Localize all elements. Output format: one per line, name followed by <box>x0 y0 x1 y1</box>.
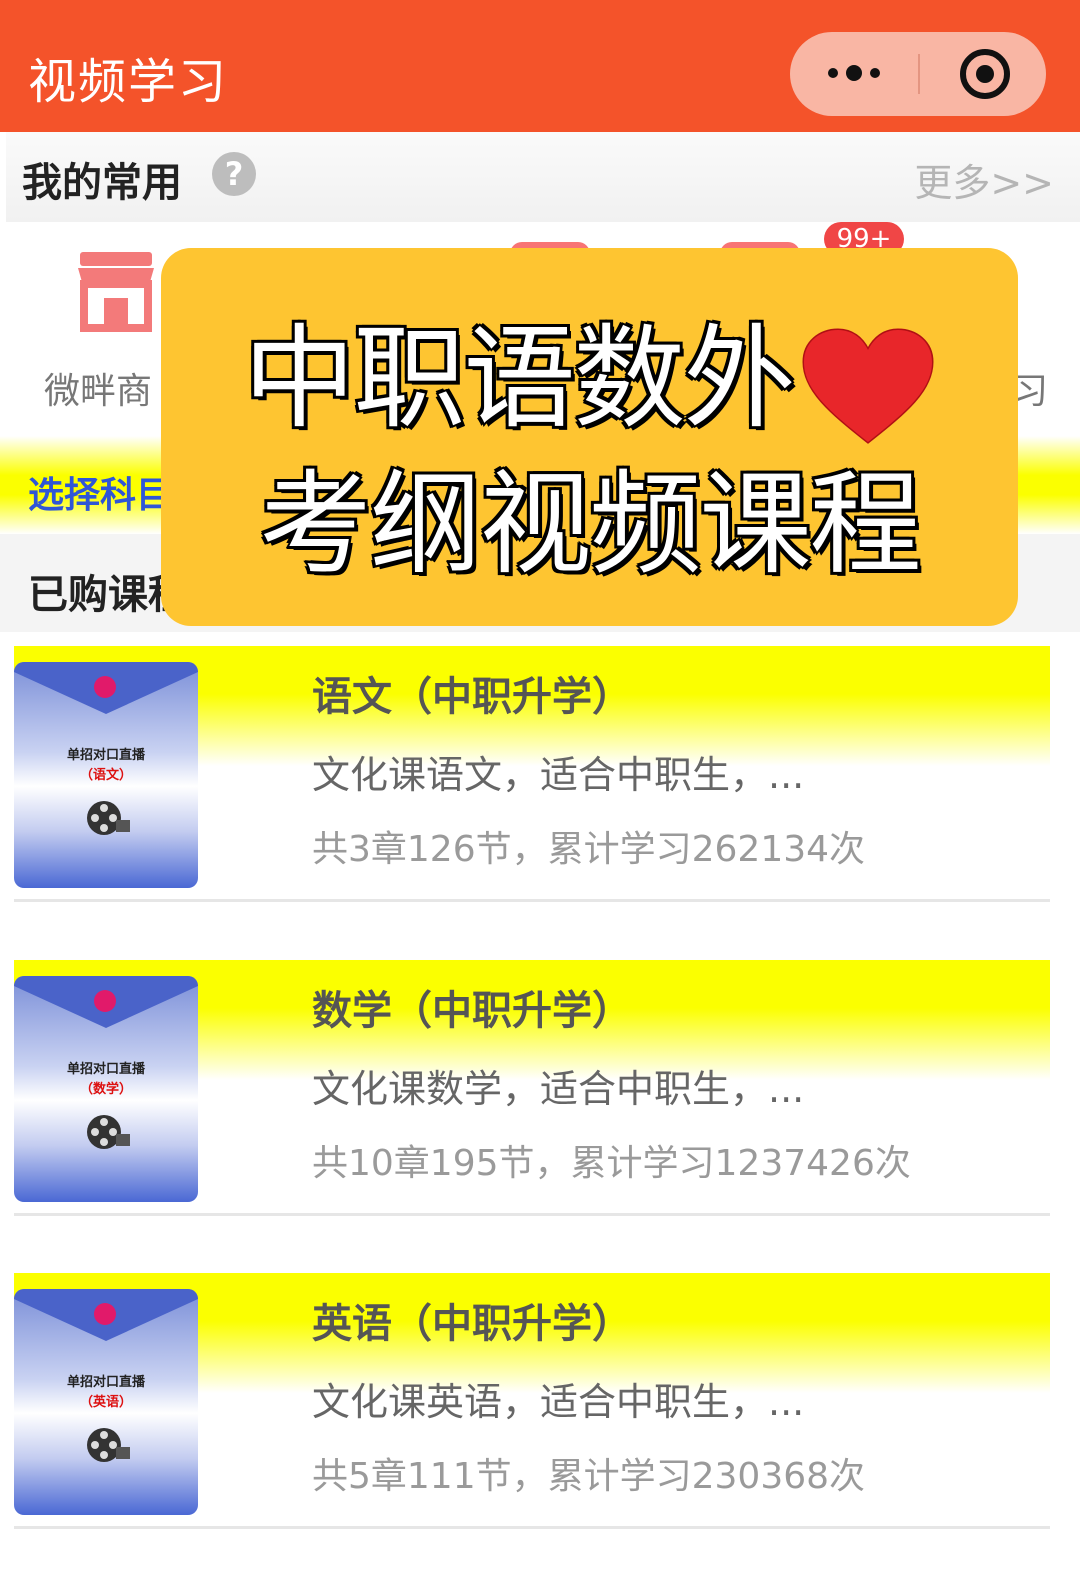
more-dots-icon <box>828 68 838 78</box>
help-icon[interactable]: ? <box>212 152 256 196</box>
course-name[interactable]: 语文（中职升学） <box>312 664 632 722</box>
course-stats: 共3章126节，累计学习262134次 <box>312 829 866 870</box>
course-name[interactable]: 数学（中职升学） <box>312 978 632 1036</box>
thumbnail-subject: （数学） <box>79 1082 132 1097</box>
film-reel-icon <box>87 801 130 835</box>
course-stats: 共5章111节，累计学习230368次 <box>312 1456 866 1497</box>
course-name[interactable]: 英语（中职升学） <box>312 1291 632 1349</box>
brand-logo-icon <box>94 676 116 698</box>
thumbnail-title: 单招对口直播 <box>66 748 145 763</box>
common-label: 我的常用 <box>22 160 182 206</box>
promo-banner: 中职语数外 考纲视频课程 <box>161 248 1018 626</box>
more-dots-icon <box>846 65 862 81</box>
select-subject-label[interactable]: 选择科目 <box>28 466 172 518</box>
divider <box>14 1213 1050 1216</box>
film-reel-icon <box>87 1428 130 1462</box>
page: 视频学习 我的常用 ? 更多>> 微畔商 99+ 习 选择科目 已购课程 中职语… <box>0 0 1080 1581</box>
thumbnail-title: 单招对口直播 <box>66 1375 145 1390</box>
more-dots-icon <box>870 68 880 78</box>
header: 视频学习 <box>0 0 1080 132</box>
close-circle-icon[interactable] <box>960 49 1010 99</box>
course-desc: 文化课英语，适合中职生，... <box>312 1380 805 1424</box>
more-link[interactable]: 更多>> <box>914 152 1054 207</box>
heart-icon <box>801 328 934 445</box>
promo-line-1: 中职语数外 <box>161 288 1018 450</box>
brand-logo-icon <box>94 1303 116 1325</box>
course-item[interactable]: 单招对口直播 （语文） 语文（中职升学） 文化课语文，适合中职生，... 共3章… <box>14 646 1050 902</box>
page-title: 视频学习 <box>28 54 229 110</box>
thumbnail-title: 单招对口直播 <box>66 1062 145 1077</box>
miniprogram-capsule <box>790 32 1046 116</box>
course-thumbnail[interactable]: 单招对口直播 （数学） <box>14 976 198 1202</box>
thumbnail-subject: （语文） <box>79 768 132 783</box>
capsule-divider <box>918 54 920 94</box>
course-desc: 文化课数学，适合中职生，... <box>312 1067 805 1111</box>
thumbnail-subject: （英语） <box>79 1395 132 1410</box>
shortcut-label-shop[interactable]: 微畔商 <box>44 362 152 414</box>
course-desc: 文化课语文，适合中职生，... <box>312 753 805 797</box>
course-thumbnail[interactable]: 单招对口直播 （英语） <box>14 1289 198 1515</box>
more-button[interactable] <box>790 32 918 116</box>
brand-logo-icon <box>94 990 116 1012</box>
promo-line-2: 考纲视频课程 <box>258 458 924 592</box>
course-item[interactable]: 单招对口直播 （数学） 数学（中职升学） 文化课数学，适合中职生，... 共10… <box>14 960 1050 1216</box>
course-stats: 共10章195节，累计学习1237426次 <box>312 1143 911 1184</box>
course-item[interactable]: 单招对口直播 （英语） 英语（中职升学） 文化课英语，适合中职生，... 共5章… <box>14 1273 1050 1529</box>
divider <box>14 1526 1050 1529</box>
common-section-header: 我的常用 ? 更多>> <box>6 132 1080 222</box>
film-reel-icon <box>87 1115 130 1149</box>
shop-icon[interactable] <box>74 248 158 332</box>
course-thumbnail[interactable]: 单招对口直播 （语文） <box>14 662 198 888</box>
divider <box>14 899 1050 902</box>
